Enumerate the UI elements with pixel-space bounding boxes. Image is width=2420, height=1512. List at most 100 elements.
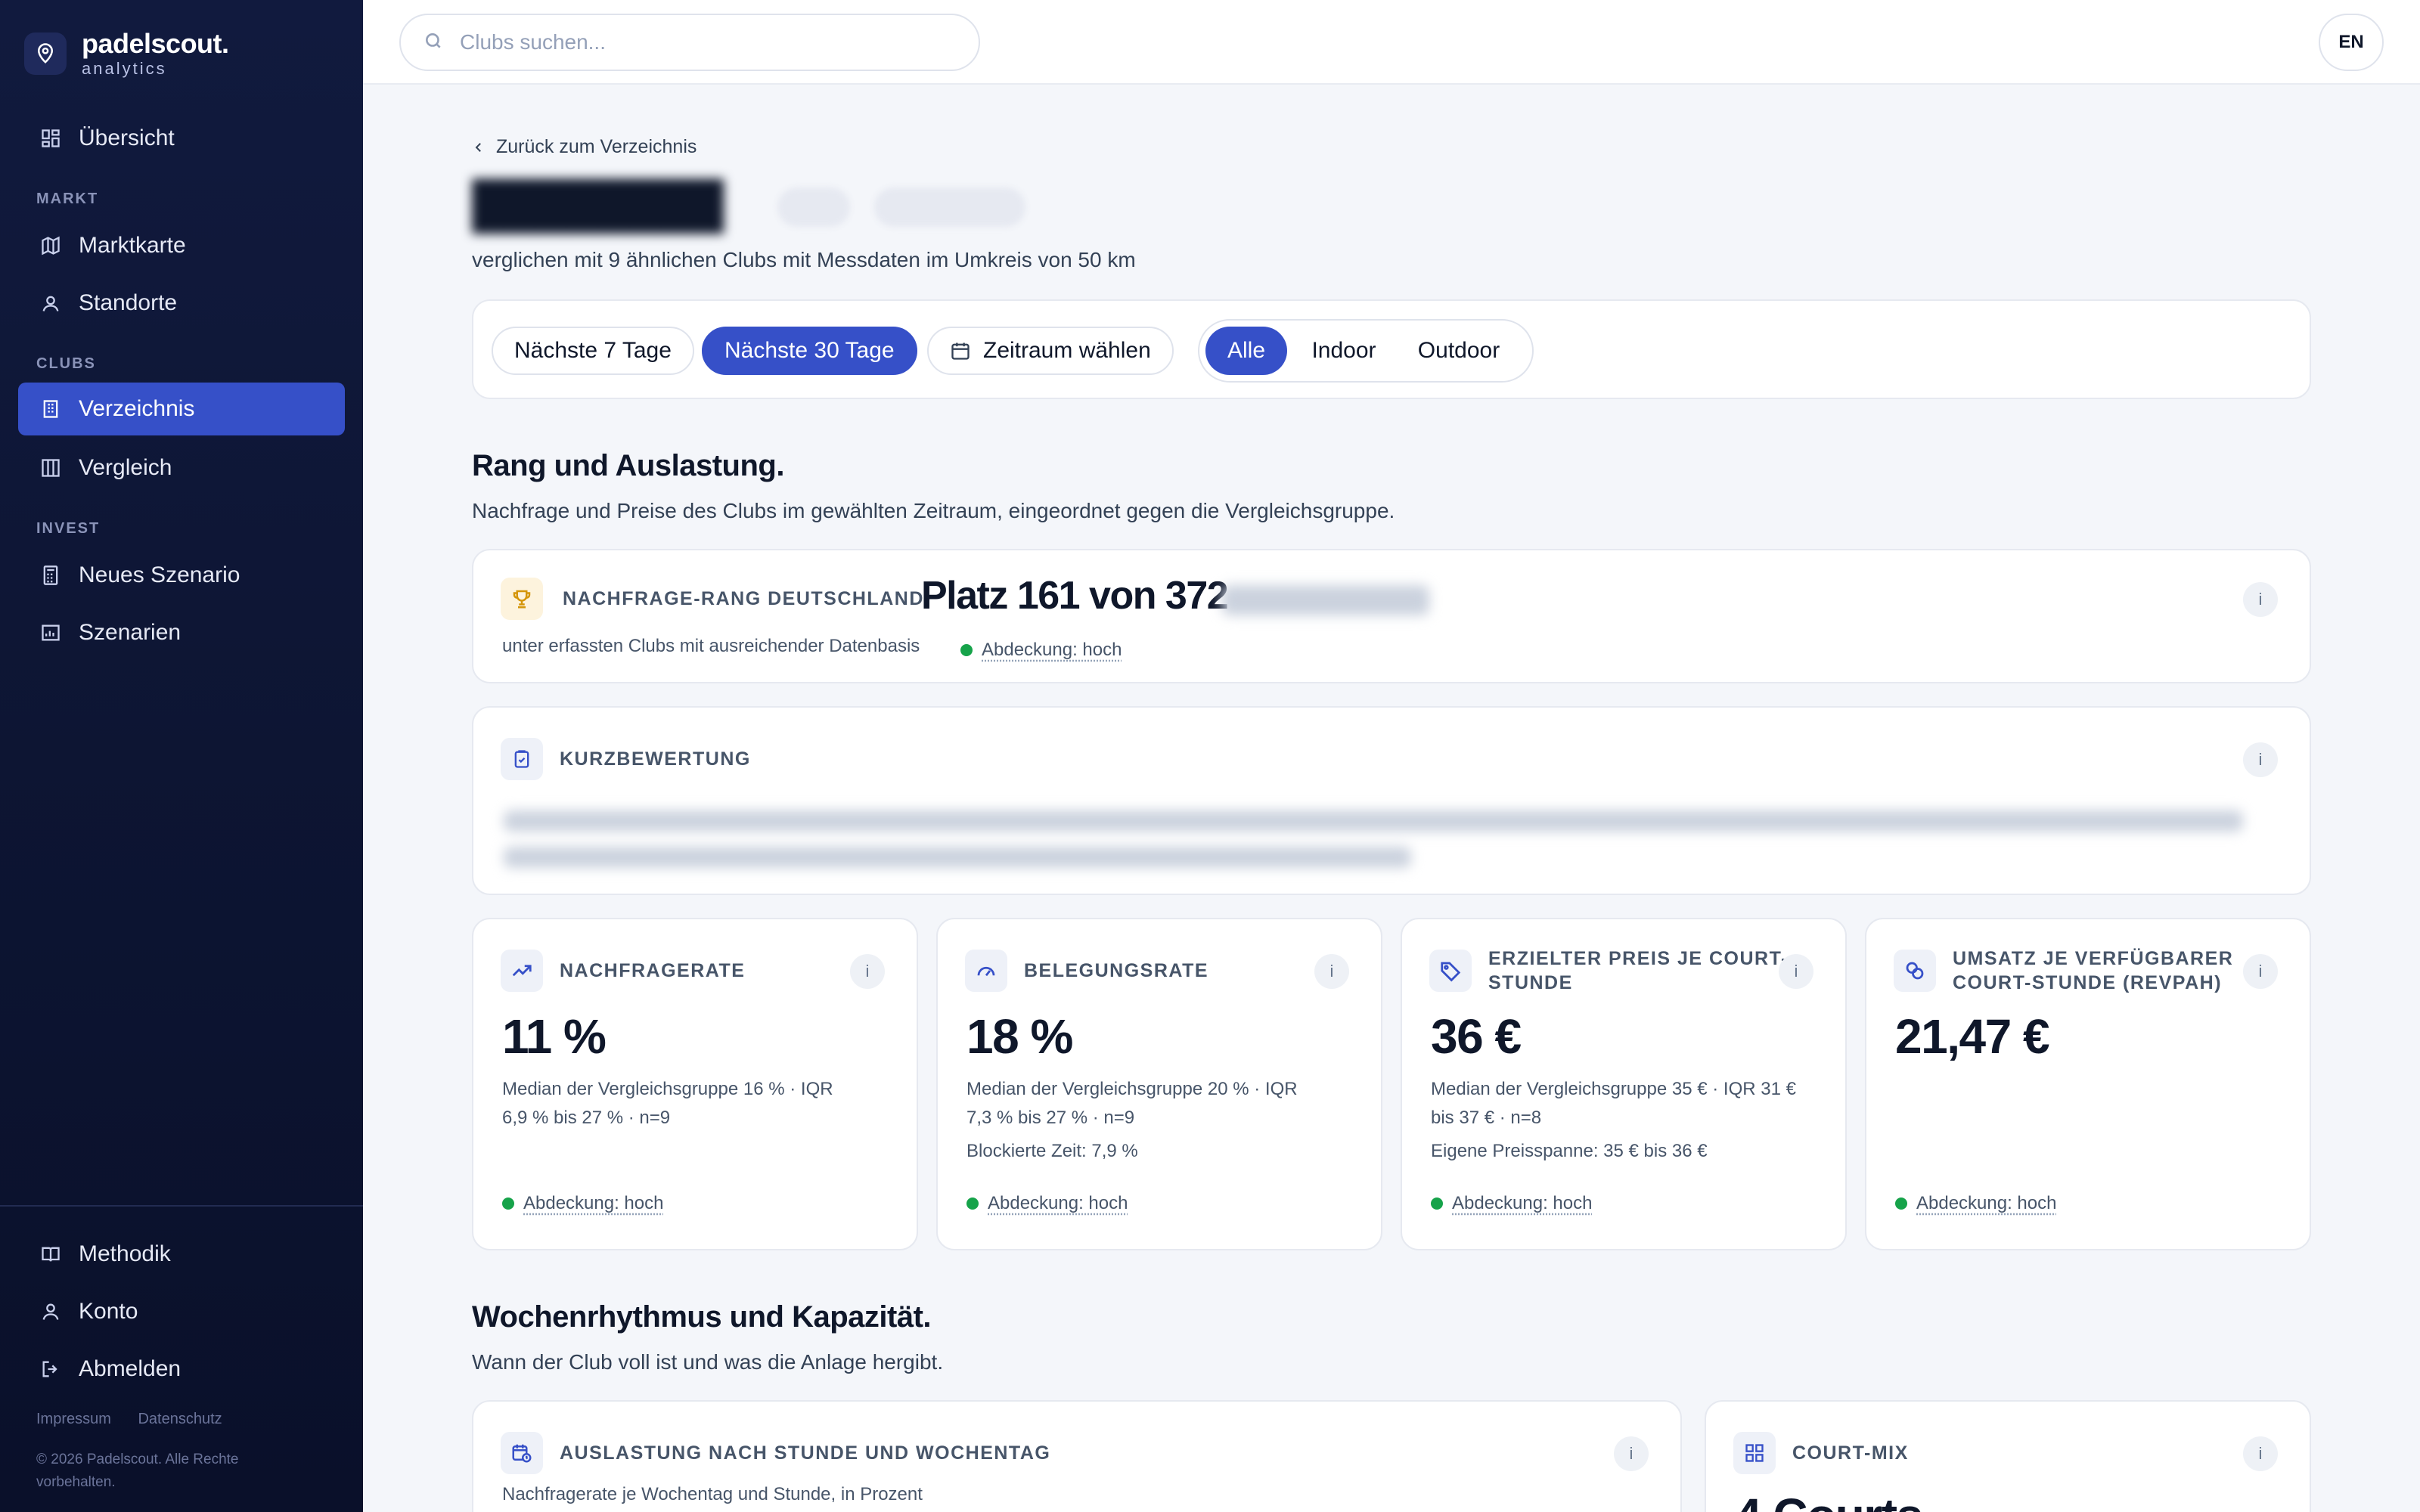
sidebar-item-konto[interactable]: Konto [18,1285,345,1338]
sidebar-item-label: Abmelden [79,1356,182,1381]
sidebar-item-methodik[interactable]: Methodik [18,1228,345,1281]
kpi-note: Median der Vergleichsgruppe 16 % · IQR [502,1079,833,1099]
rank-value: Platz 161 von 372 [921,574,1229,618]
calculator-icon [38,562,64,588]
location-user-icon [38,290,64,316]
type-indoor-option[interactable]: Indoor [1295,327,1393,375]
kpi-card-demand-rate: NACHFRAGERATE i 11 % Median der Vergleic… [472,918,918,1250]
topbar: EN [363,0,2420,85]
sidebar-item-neues-szenario[interactable]: Neues Szenario [18,549,345,602]
back-link-label: Zurück zum Verzeichnis [496,136,697,157]
clipboard-check-icon [501,738,543,780]
kpi-value: 36 € [1431,1009,1522,1064]
coverage-label: Abdeckung: hoch [523,1193,664,1213]
sidebar: padelscout. analytics Übersicht MARKT Ma… [0,0,363,1512]
gauge-icon [965,950,1007,992]
trophy-icon [501,578,543,620]
sidebar-item-label: Konto [79,1299,138,1324]
kpi-coverage[interactable]: Abdeckung: hoch [966,1193,1128,1214]
sidebar-item-label: Marktkarte [79,233,186,258]
trending-up-icon [501,950,543,992]
sidebar-item-vergleich[interactable]: Vergleich [18,442,345,494]
rank-card: NACHFRAGE-RANG DEUTSCHLAND Platz 161 von… [472,549,2311,683]
chart-folder-icon [38,620,64,646]
page-subtitle: verglichen mit 9 ähnlichen Clubs mit Mes… [472,248,1136,271]
kpi-note: Median der Vergleichsgruppe 35 € · IQR 3… [1431,1079,1796,1099]
info-icon[interactable]: i [2243,742,2278,777]
section-subtitle-rank: Nachfrage und Preise des Clubs im gewähl… [472,499,1395,522]
sidebar-item-marktkarte[interactable]: Marktkarte [18,219,345,272]
kpi-coverage[interactable]: Abdeckung: hoch [1895,1193,2056,1214]
coins-icon [1894,950,1936,992]
nav-section-markt: MARKT [36,191,99,207]
info-icon[interactable]: i [1779,954,1813,989]
kpi-coverage[interactable]: Abdeckung: hoch [1431,1193,1592,1214]
brand-name: padelscout. [82,28,229,59]
type-outdoor-option[interactable]: Outdoor [1402,327,1516,375]
search-input[interactable] [460,30,944,54]
kpi-value: 18 % [966,1009,1073,1064]
search-icon [424,31,443,54]
kpi-coverage[interactable]: Abdeckung: hoch [502,1193,663,1214]
map-pin-icon [24,33,67,75]
search-box[interactable] [399,14,980,71]
status-dot [1431,1198,1443,1210]
heatmap-label: AUSLASTUNG NACH STUNDE UND WOCHENTAG [560,1442,1051,1464]
heatmap-card: AUSLASTUNG NACH STUNDE UND WOCHENTAG i N… [472,1400,1682,1512]
user-icon [38,1299,64,1325]
impressum-link[interactable]: Impressum [36,1411,111,1427]
custom-range-button[interactable]: Zeitraum wählen [927,327,1174,375]
info-icon[interactable]: i [2243,582,2278,617]
sidebar-divider [0,1205,363,1207]
sidebar-item-label: Vergleich [79,455,172,480]
sidebar-item-szenarien[interactable]: Szenarien [18,606,345,659]
kpi-label: NACHFRAGERATE [560,960,746,981]
section-subtitle-weekly: Wann der Club voll ist und was die Anlag… [472,1350,944,1374]
kpi-note: 6,9 % bis 27 % · n=9 [502,1108,671,1128]
brand-subtitle: analytics [82,59,167,78]
club-tag-redacted [874,187,1025,227]
nav-section-invest: INVEST [36,520,101,537]
info-icon[interactable]: i [850,954,885,989]
range-30-days-button[interactable]: Nächste 30 Tage [702,327,917,375]
info-icon[interactable]: i [2243,1436,2278,1471]
court-count-value: 4 Courts [1735,1488,1923,1512]
sidebar-item-overview[interactable]: Übersicht [18,112,345,165]
info-icon[interactable]: i [1614,1436,1649,1471]
summary-label: KURZBEWERTUNG [560,748,751,770]
columns-icon [38,455,64,481]
sidebar-item-abmelden[interactable]: Abmelden [18,1343,345,1396]
rank-badge-redacted [1222,585,1429,615]
court-type-segmented-control: Alle Indoor Outdoor [1198,319,1534,383]
filter-bar: Nächste 7 Tage Nächste 30 Tage Zeitraum … [472,299,2311,399]
type-all-option[interactable]: Alle [1205,327,1287,375]
kpi-note: 7,3 % bis 27 % · n=9 [966,1108,1135,1128]
kpi-card-revpah: UMSATZ JE VERFÜGBARER COURT-STUNDE (REVP… [1865,918,2311,1250]
sidebar-item-verzeichnis[interactable]: Verzeichnis [18,383,345,435]
back-link[interactable]: Zurück zum Verzeichnis [472,136,697,158]
club-title-redacted: ████████ [472,179,724,230]
status-dot [1895,1198,1907,1210]
brand[interactable]: padelscout. analytics [24,29,229,79]
status-dot [960,644,973,656]
book-icon [38,1241,64,1267]
chevron-left-icon [475,142,481,152]
kpi-label: BELEGUNGSRATE [1024,960,1209,981]
language-toggle[interactable]: EN [2319,14,2384,71]
section-title-rank: Rang und Auslastung. [472,449,784,482]
calendar-icon [950,340,971,361]
court-mix-card: COURT-MIX i 4 Courts [1705,1400,2311,1512]
datenschutz-link[interactable]: Datenschutz [138,1411,222,1427]
summary-text-redacted [504,847,1411,868]
kpi-note: Median der Vergleichsgruppe 20 % · IQR [966,1079,1298,1099]
rank-note: unter erfassten Clubs mit ausreichender … [502,636,920,656]
court-mix-label: COURT-MIX [1792,1442,1909,1464]
sidebar-item-label: Verzeichnis [79,396,195,421]
rank-coverage[interactable]: Abdeckung: hoch [960,640,1122,661]
info-icon[interactable]: i [1314,954,1349,989]
coverage-label: Abdeckung: hoch [982,640,1122,660]
grid-icon [38,125,64,151]
sidebar-item-standorte[interactable]: Standorte [18,277,345,330]
range-7-days-button[interactable]: Nächste 7 Tage [492,327,694,375]
info-icon[interactable]: i [2243,954,2278,989]
